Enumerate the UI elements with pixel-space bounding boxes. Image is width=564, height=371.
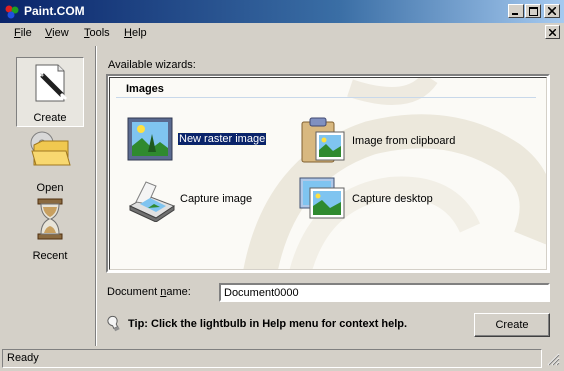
wizard-group-header: Images <box>116 82 536 98</box>
wizard-label: New raster image <box>176 132 268 146</box>
resize-grip-icon[interactable] <box>546 352 560 366</box>
wizard-label: Capture image <box>180 193 253 205</box>
wizard-group-title: Images <box>126 83 164 95</box>
maximize-icon <box>528 6 538 16</box>
menu-view[interactable]: View <box>45 27 69 39</box>
document-close-button[interactable] <box>545 25 560 39</box>
menu-help[interactable]: Help <box>124 27 147 39</box>
wizard-panel: Images New raster image Image from clipb… <box>106 74 550 273</box>
app-window: Paint.COM File View Tools Help Create Op… <box>0 0 564 371</box>
wizard-list: Images New raster image Image from clipb… <box>109 77 547 270</box>
status-text: Ready <box>7 352 39 364</box>
menu-bar: File View Tools Help <box>0 23 564 43</box>
wizard-capture-image[interactable]: Capture image <box>126 176 252 222</box>
background-swirl-graphic <box>243 78 546 269</box>
sidebar-item-label: Recent <box>32 250 68 262</box>
tip-text: Tip: Click the lightbulb in Help menu fo… <box>128 318 408 330</box>
lightbulb-icon <box>107 315 120 332</box>
minimize-button[interactable] <box>508 4 524 18</box>
paint-app-icon <box>5 5 19 19</box>
create-pen-icon <box>35 64 68 102</box>
window-title: Paint.COM <box>24 4 85 18</box>
wizard-capture-desktop[interactable]: Capture desktop <box>298 176 433 222</box>
sidebar: Create Open Recent <box>2 46 96 346</box>
wizard-image-from-clipboard[interactable]: Image from clipboard <box>298 116 455 166</box>
clipboard-image-icon <box>301 117 345 163</box>
capture-desktop-icon <box>299 177 345 219</box>
document-name-input[interactable] <box>219 283 550 302</box>
available-wizards-label: Available wizards: <box>108 59 196 71</box>
minimize-icon <box>512 13 518 15</box>
maximize-button[interactable] <box>525 4 541 18</box>
close-icon <box>549 28 556 36</box>
open-folder-icon <box>30 131 71 166</box>
sidebar-item-open[interactable]: Open <box>16 126 84 196</box>
sidebar-item-recent[interactable]: Recent <box>16 194 84 264</box>
hourglass-icon <box>37 198 63 240</box>
sidebar-item-label: Create <box>33 112 67 124</box>
close-button[interactable] <box>544 4 560 18</box>
sidebar-item-create[interactable]: Create <box>16 57 84 127</box>
tip-row: Tip: Click the lightbulb in Help menu fo… <box>106 315 407 333</box>
status-pane: Ready <box>2 349 542 368</box>
wizard-new-raster-image[interactable]: New raster image <box>126 116 268 162</box>
menu-file[interactable]: File <box>14 27 32 39</box>
scanner-icon <box>128 181 176 222</box>
create-button[interactable]: Create <box>474 313 550 337</box>
document-name-label: Document name: <box>107 286 191 298</box>
sidebar-item-label: Open <box>36 182 64 194</box>
wizard-label: Image from clipboard <box>352 135 456 147</box>
wizard-label: Capture desktop <box>352 193 433 205</box>
status-bar: Ready <box>2 349 562 368</box>
menu-tools[interactable]: Tools <box>84 27 110 39</box>
close-icon <box>548 7 556 15</box>
title-bar[interactable]: Paint.COM <box>0 0 564 23</box>
new-raster-image-icon <box>127 117 173 161</box>
